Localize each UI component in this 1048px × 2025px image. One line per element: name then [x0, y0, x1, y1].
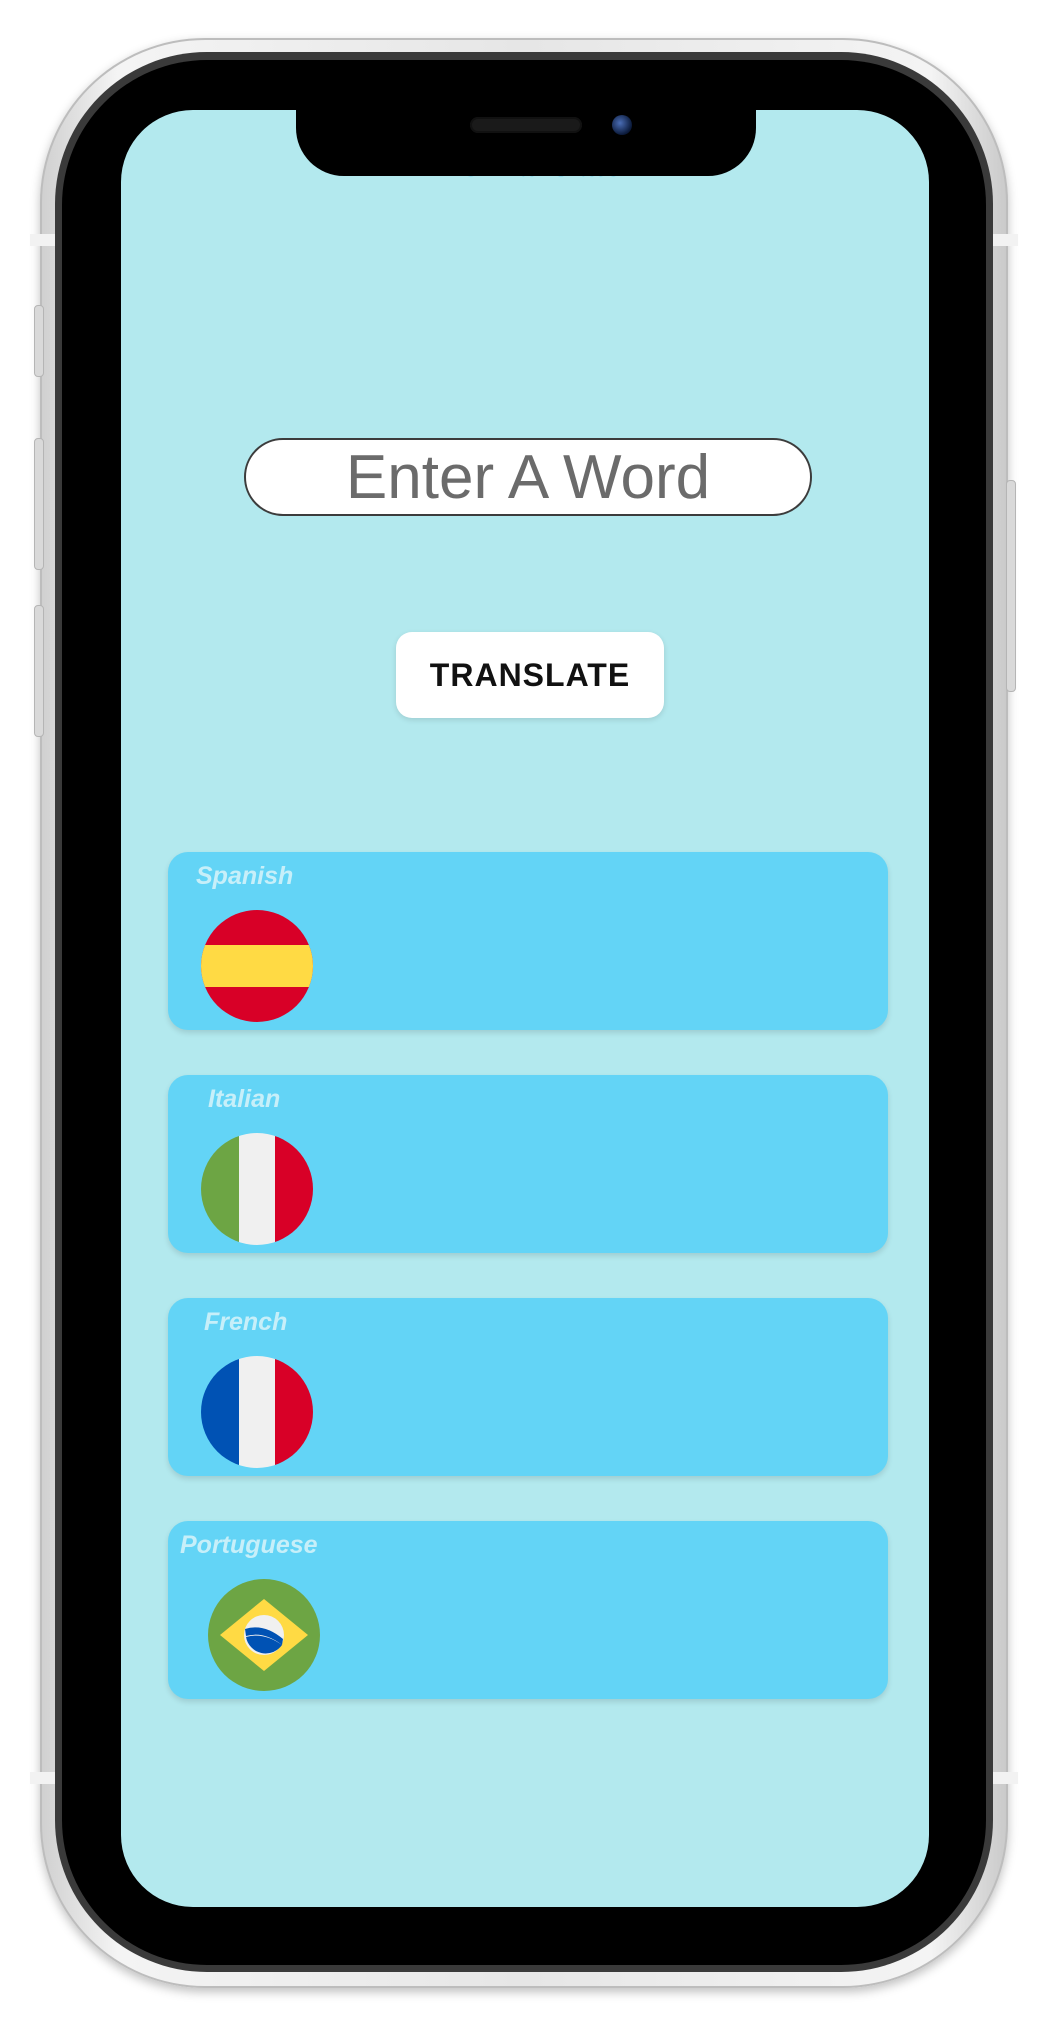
- mute-switch: [34, 305, 44, 377]
- front-camera: [612, 115, 632, 135]
- earpiece-speaker: [470, 117, 582, 133]
- language-label: Spanish: [196, 862, 294, 890]
- language-card-portuguese: Portuguese: [168, 1521, 888, 1699]
- spain-flag-icon: [201, 910, 313, 1022]
- italy-flag-icon: [201, 1133, 313, 1245]
- power-button: [1006, 480, 1016, 692]
- language-label: French: [204, 1308, 288, 1336]
- brazil-flag-icon: [208, 1579, 320, 1691]
- volume-down-button: [34, 605, 44, 737]
- language-card-french: French: [168, 1298, 888, 1476]
- language-card-italian: Italian: [168, 1075, 888, 1253]
- france-flag-icon: [201, 1356, 313, 1468]
- word-input[interactable]: [244, 438, 812, 516]
- language-card-spanish: Spanish: [168, 852, 888, 1030]
- translate-button[interactable]: TRANSLATE: [396, 632, 664, 718]
- volume-up-button: [34, 438, 44, 570]
- language-label: Portuguese: [180, 1531, 318, 1559]
- language-label: Italian: [208, 1085, 281, 1113]
